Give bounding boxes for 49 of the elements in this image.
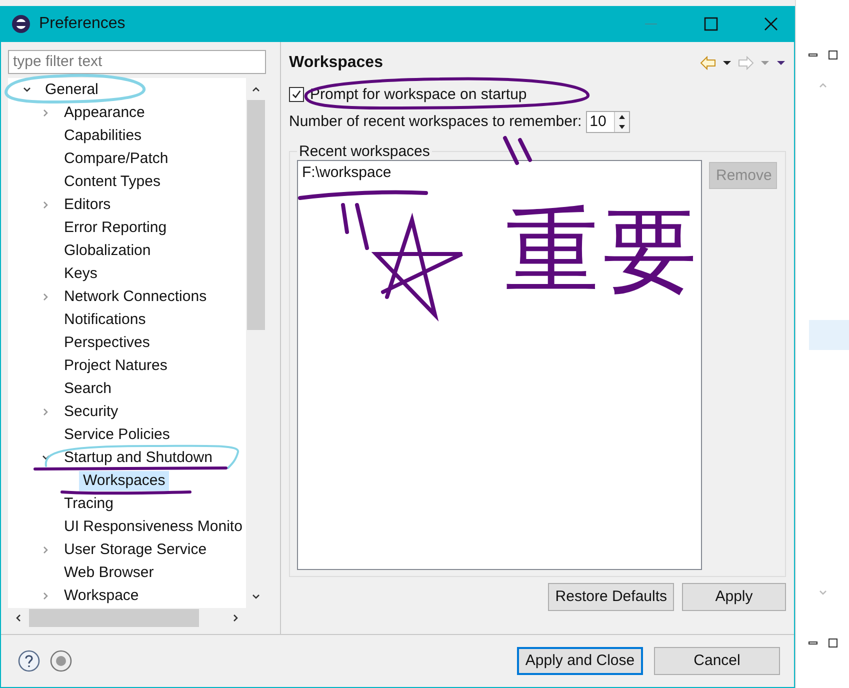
- tree-item[interactable]: Notifications: [60, 310, 150, 330]
- tree-item[interactable]: UI Responsiveness Monito: [60, 517, 246, 538]
- maximize-icon[interactable]: [704, 16, 718, 31]
- tree-item[interactable]: Workspace: [60, 586, 143, 606]
- tree-item[interactable]: Search: [60, 379, 116, 400]
- tree-item[interactable]: General: [41, 80, 102, 100]
- tree-item[interactable]: Web Browser: [60, 563, 158, 584]
- tree-item[interactable]: Startup and Shutdown: [60, 448, 216, 468]
- selection-highlight: [809, 320, 849, 350]
- number-spinner[interactable]: 10: [586, 110, 630, 133]
- tree-item[interactable]: User Storage Service: [60, 540, 211, 560]
- tree-item[interactable]: Service Policies: [60, 425, 174, 446]
- maximize-icon[interactable]: [828, 638, 838, 648]
- filter-field[interactable]: type filter text: [8, 50, 266, 74]
- restore-defaults-button[interactable]: Restore Defaults: [548, 582, 674, 611]
- page-title: Workspaces: [289, 54, 383, 72]
- tree-item[interactable]: Tracing: [60, 494, 118, 514]
- ink-strokes-drawing: [341, 203, 369, 250]
- tree-item[interactable]: Compare/Patch: [60, 149, 172, 170]
- tree-item[interactable]: Editors: [60, 195, 115, 216]
- field-label: Number of recent workspaces to remember:: [289, 113, 582, 130]
- tree-item[interactable]: Keys: [60, 264, 102, 284]
- tree-item[interactable]: Project Natures: [60, 356, 172, 376]
- arrow-down-icon[interactable]: [616, 122, 627, 131]
- close-icon[interactable]: [764, 16, 778, 31]
- tree-item[interactable]: Perspectives: [60, 333, 154, 354]
- tree-item[interactable]: Globalization: [60, 241, 155, 262]
- tree-item[interactable]: Error Reporting: [60, 218, 171, 238]
- checkbox[interactable]: [289, 86, 304, 102]
- handwritten-note: 重要: [505, 205, 701, 299]
- tree-item[interactable]: Security: [60, 402, 122, 422]
- tree-item[interactable]: Content Types: [60, 172, 164, 192]
- maximize-icon[interactable]: [828, 50, 838, 60]
- apply-button[interactable]: Apply: [682, 582, 786, 611]
- record-icon[interactable]: [50, 650, 72, 672]
- tree-item[interactable]: Workspaces: [79, 471, 170, 492]
- window-title: Preferences: [39, 14, 126, 33]
- arrow-up-icon[interactable]: [616, 112, 627, 121]
- checkmark-icon: [291, 88, 302, 100]
- ink-marks-drawing: [503, 136, 532, 165]
- tree-item[interactable]: Network Connections: [60, 287, 211, 308]
- tree-item[interactable]: Appearance: [60, 103, 149, 124]
- tree-item[interactable]: Capabilities: [60, 126, 146, 146]
- back-arrow-icon[interactable]: [700, 56, 716, 70]
- list-item[interactable]: F:\workspace: [301, 164, 698, 181]
- group-title: Recent workspaces: [298, 142, 431, 160]
- apply-and-close-button[interactable]: Apply and Close: [517, 646, 643, 675]
- help-icon[interactable]: [18, 650, 40, 672]
- cancel-button[interactable]: Cancel: [654, 646, 780, 675]
